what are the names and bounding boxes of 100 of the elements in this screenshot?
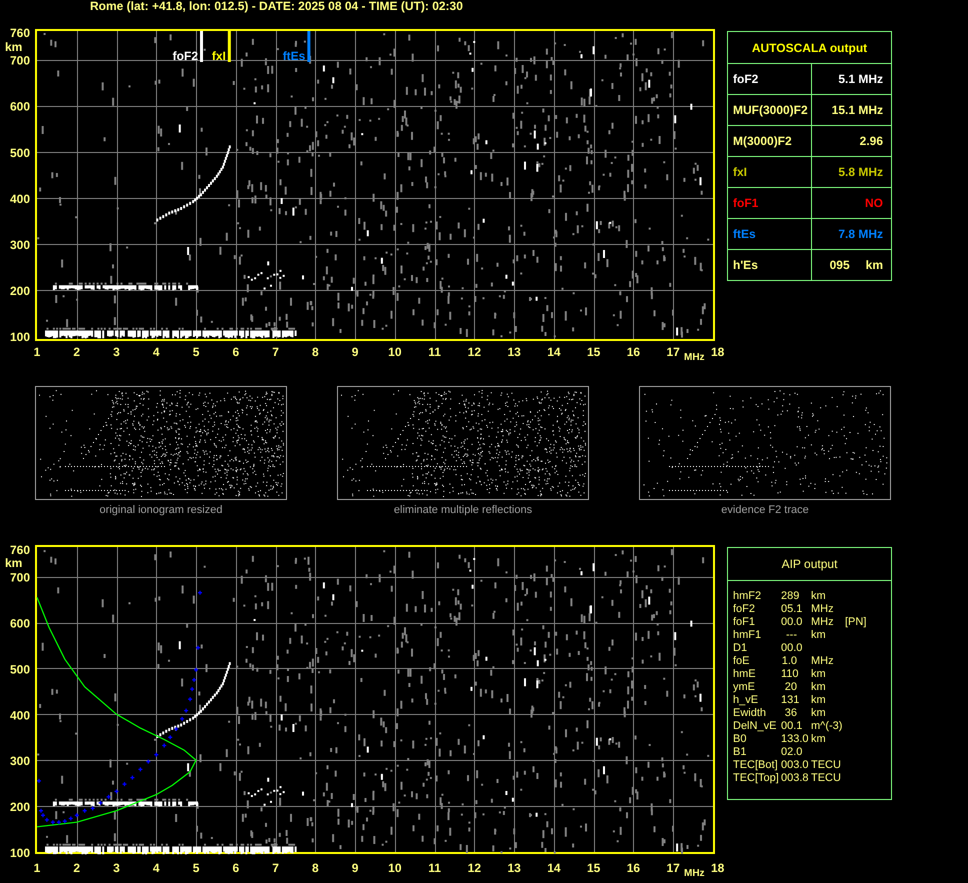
x-tick-label: 9 — [352, 345, 358, 359]
y-tick-label: 500 — [10, 146, 30, 160]
parameter-name: B1 — [733, 746, 748, 759]
y-tick-label: 300 — [10, 238, 30, 252]
parameter-value: 131 — [781, 694, 800, 707]
parameter-name: M(3000)F2 — [733, 134, 792, 148]
ionogram-header: Rome (lat: +41.8, lon: 012.5) - DATE: 2025 08 04 - TIME (UT): 02:30 — [89, 0, 464, 15]
parameter-value: 00.0 — [781, 616, 804, 629]
parameter-value: 05.1 — [781, 603, 804, 616]
parameter-name: Ewidth — [733, 707, 768, 720]
parameter-value: 5.1 MHz — [838, 72, 883, 86]
thumbnail-caption: original ionogram resized — [100, 504, 222, 516]
parameter-name: h'Es — [733, 258, 758, 272]
panel-title: AIP output — [728, 548, 891, 581]
y-tick-label: 100 — [10, 330, 30, 344]
x-tick-label: 5 — [192, 345, 200, 359]
x-tick-label: 11 — [428, 861, 441, 875]
parameter-unit: km — [811, 733, 827, 746]
parameter-value: 20 — [784, 681, 798, 694]
parameter-value: 7.8 MHz — [838, 227, 883, 241]
parameter-name: DelN_vE — [733, 720, 778, 733]
parameter-unit: km — [866, 258, 883, 272]
thumbnail-caption: evidence F2 trace — [721, 504, 809, 516]
parameter-name: fxI — [733, 165, 748, 179]
parameter-name: ftEs — [733, 227, 756, 241]
x-tick-label: 8 — [312, 345, 319, 359]
parameter-unit: TECU — [811, 759, 842, 772]
x-tick-label: 15 — [586, 861, 600, 875]
parameter-unit: km — [811, 629, 827, 642]
x-tick-label: 14 — [547, 861, 561, 875]
x-unit-label: MHz — [684, 352, 705, 363]
parameter-value: 289 — [781, 590, 800, 603]
x-tick-label: 7 — [272, 345, 279, 359]
y-tick-label: 600 — [10, 100, 30, 114]
parameter-name: foF2 — [733, 72, 758, 86]
parameter-value: 00.1 — [781, 720, 804, 733]
y-tick-label: 400 — [10, 708, 30, 722]
y-tick-label: 600 — [10, 616, 30, 630]
x-tick-label: 14 — [547, 345, 561, 359]
parameter-name: B0 — [733, 733, 748, 746]
x-tick-label: 3 — [113, 861, 120, 875]
parameter-value: 36 — [784, 707, 798, 720]
parameter-name: hmF2 — [733, 590, 762, 603]
y-tick-label: 700 — [10, 570, 30, 585]
x-tick-label: 12 — [468, 345, 482, 359]
x-tick-label: 1 — [34, 861, 40, 875]
parameter-unit: km — [811, 707, 827, 720]
parameter-value: 110 — [781, 668, 800, 681]
x-tick-label: 13 — [507, 345, 521, 359]
parameter-name: foF1 — [733, 196, 758, 210]
x-tick-label: 12 — [468, 861, 482, 875]
parameter-note: [PN] — [845, 616, 868, 629]
x-tick-label: 17 — [666, 345, 680, 359]
y-unit-label: km — [5, 40, 22, 54]
x-unit-label: MHz — [684, 868, 705, 879]
parameter-value: --- — [785, 629, 798, 642]
parameter-unit: km — [811, 681, 827, 694]
x-tick-label: 3 — [113, 345, 120, 359]
parameter-name: foE — [733, 655, 751, 668]
parameter-value: 095 — [830, 258, 850, 272]
parameter-name: hmE — [733, 668, 757, 681]
y-tick-label: 500 — [10, 662, 30, 676]
x-tick-label: 15 — [586, 345, 600, 359]
parameter-value: 02.0 — [781, 746, 804, 759]
x-tick-label: 18 — [711, 345, 724, 359]
x-tick-label: 9 — [352, 861, 358, 875]
x-tick-label: 10 — [388, 345, 402, 359]
x-tick-label: 1 — [34, 345, 40, 359]
x-tick-label: 8 — [312, 861, 319, 875]
parameter-unit: km — [811, 668, 827, 681]
y-tick-label: 400 — [10, 192, 30, 206]
parameter-value: 00.0 — [781, 642, 804, 655]
x-tick-label: 5 — [192, 861, 200, 875]
parameter-name: TEC[Top] — [733, 772, 780, 785]
parameter-unit: m^(-3) — [811, 720, 844, 733]
parameter-value: 003.0 — [781, 759, 810, 772]
x-tick-label: 17 — [666, 861, 680, 875]
parameter-value: NO — [865, 196, 883, 210]
parameter-name: hmF1 — [733, 629, 762, 642]
parameter-unit: TECU — [811, 772, 842, 785]
parameter-value: 15.1 MHz — [832, 103, 883, 117]
panel-title: AUTOSCALA output — [728, 32, 891, 64]
y-tick-label: 200 — [10, 800, 30, 814]
x-tick-label: 4 — [152, 861, 160, 875]
x-tick-label: 16 — [626, 345, 640, 359]
parameter-unit: MHz — [811, 603, 835, 616]
parameter-value: 133.0 — [781, 733, 810, 746]
parameter-value: 2.96 — [860, 134, 883, 148]
x-tick-label: 6 — [232, 861, 240, 875]
parameter-unit: km — [811, 590, 827, 603]
y-tick-label: 760 — [10, 543, 30, 558]
parameter-name: ymE — [733, 681, 756, 694]
parameter-unit: km — [811, 694, 827, 707]
y-tick-label: 700 — [10, 54, 30, 68]
marker-label: foF2 — [172, 49, 198, 63]
parameter-name: h_vE — [733, 694, 760, 707]
marker-label: ftEs — [282, 49, 306, 63]
marker-label: fxI — [212, 49, 226, 63]
x-tick-label: 6 — [232, 345, 240, 359]
thumbnail-caption: eliminate multiple reflections — [394, 504, 532, 516]
